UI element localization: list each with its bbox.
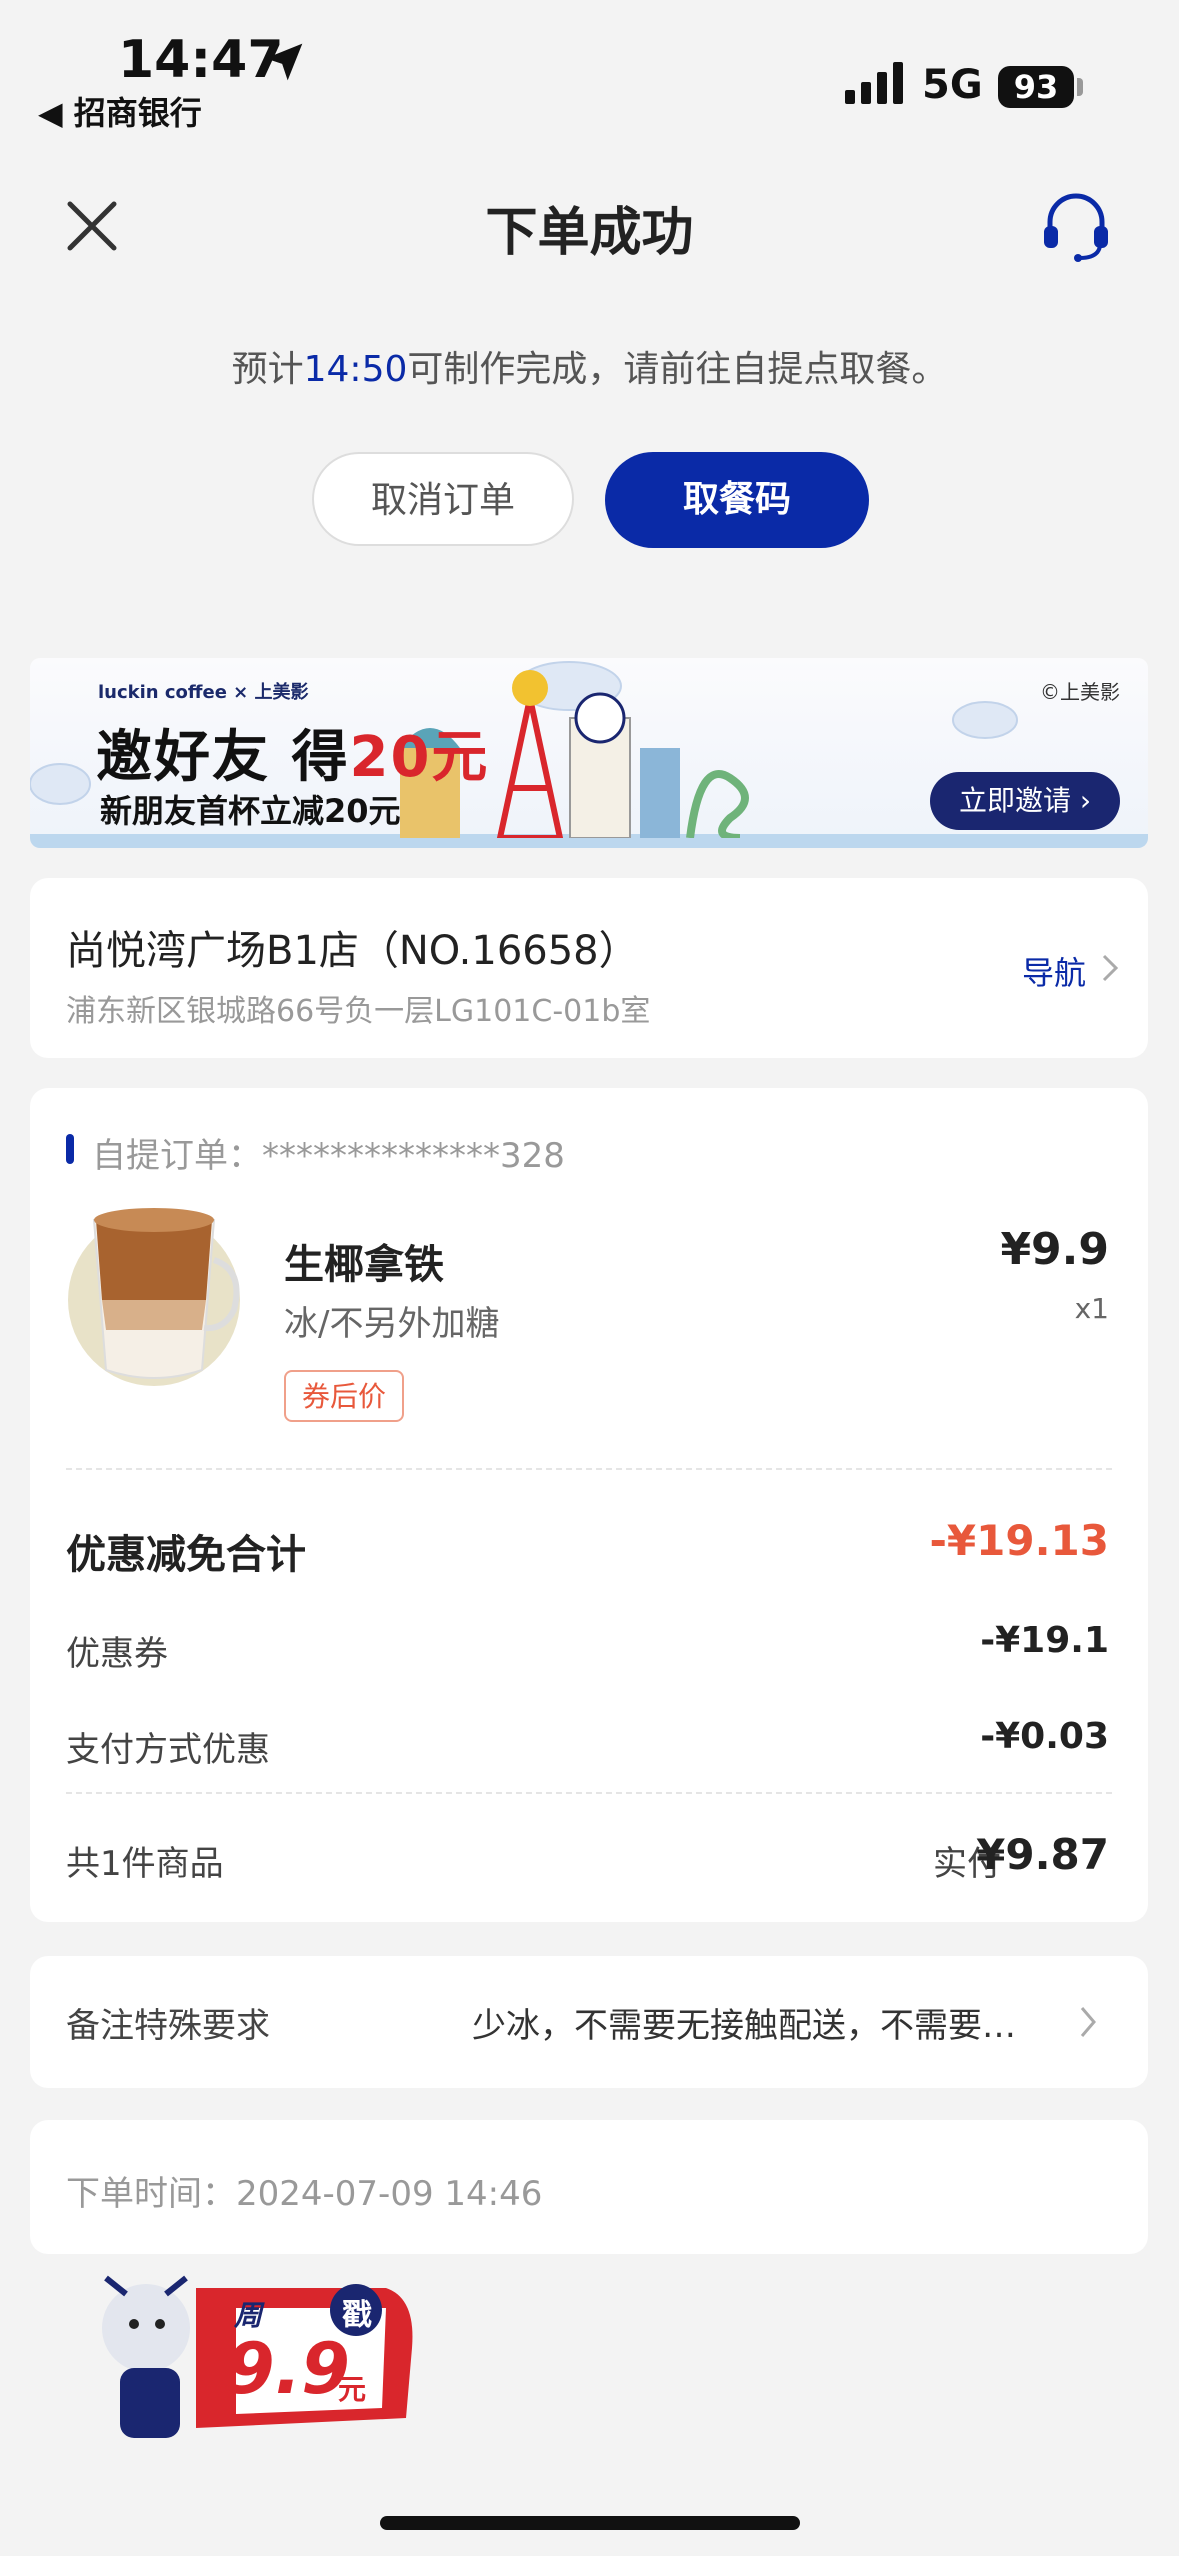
navigate-link[interactable]: 导航 — [1022, 948, 1086, 994]
invite-banner[interactable]: luckin coffee × 上美影 邀好友 得20元 新朋友首杯立减20元 … — [30, 658, 1148, 848]
network-type: 5G — [922, 62, 983, 108]
invite-now-label: 立即邀请 — [958, 784, 1071, 817]
product-price: ¥9.9 — [1000, 1224, 1109, 1275]
eta-suffix: 可制作完成，请前往自提点取餐。 — [407, 349, 948, 390]
cellular-signal-icon — [845, 62, 903, 104]
promo-unit: 元 — [338, 2373, 367, 2406]
divider — [66, 1792, 1112, 1794]
coupon-value: -¥19.1 — [980, 1620, 1109, 1661]
invite-now-button[interactable]: 立即邀请 › — [930, 772, 1120, 830]
payment-discount-value: -¥0.03 — [980, 1716, 1109, 1757]
remark-label: 备注特殊要求 — [66, 2006, 270, 2046]
banner-headline: 邀好友 得20元 — [96, 712, 489, 793]
floating-promo-widget[interactable]: 周 戳 9.9 元 — [86, 2258, 426, 2448]
banner-subline: 新朋友首杯立减20元 — [100, 792, 401, 830]
banner-brand: luckin coffee × 上美影 — [98, 682, 309, 703]
status-time: 14:47 — [118, 30, 284, 90]
promo-price: 9.9 — [226, 2328, 351, 2410]
coupon-label: 优惠券 — [66, 1634, 168, 1674]
product-spec: 冰/不另外加糖 — [284, 1304, 500, 1344]
headset-icon[interactable] — [1040, 188, 1112, 264]
item-count-label: 共1件商品 — [66, 1844, 224, 1884]
discount-total-value: -¥19.13 — [929, 1516, 1109, 1565]
store-address: 浦东新区银城路66号负一层LG101C-01b室 — [66, 994, 651, 1029]
page-title: 下单成功 — [485, 203, 694, 263]
battery-tip — [1077, 78, 1083, 96]
paid-value: ¥9.87 — [976, 1830, 1109, 1879]
product-image — [68, 1208, 240, 1386]
cloud-decoration — [30, 763, 91, 805]
eta-message: 预计14:50可制作完成，请前往自提点取餐。 — [0, 340, 1179, 392]
battery-indicator: 93 — [998, 66, 1074, 108]
product-name: 生椰拿铁 — [284, 1242, 444, 1288]
store-name: 尚悦湾广场B1店（NO.16658） — [66, 928, 639, 974]
banner-copyright: ©上美影 — [1040, 680, 1120, 704]
order-type-label: 自提订单： — [92, 1136, 262, 1176]
pickup-code-button[interactable]: 取餐码 — [605, 452, 869, 548]
eta-prefix: 预计 — [231, 349, 304, 390]
back-to-app-link[interactable]: ◀ 招商银行 — [38, 88, 202, 134]
order-number: 自提订单：**************328 — [92, 1128, 565, 1177]
order-time: 下单时间：2024-07-09 14:46 — [66, 2174, 543, 2214]
banner-headline-amount: 20元 — [349, 725, 490, 790]
eta-time: 14:50 — [303, 349, 408, 390]
location-arrow-icon — [265, 43, 303, 81]
cancel-order-button[interactable]: 取消订单 — [312, 452, 574, 546]
cloud-decoration — [952, 701, 1018, 739]
chevron-right-icon[interactable] — [1078, 2004, 1098, 2040]
home-indicator[interactable] — [380, 2516, 800, 2530]
order-number-value: **************328 — [262, 1136, 565, 1176]
chevron-right-icon[interactable] — [1100, 952, 1120, 984]
coupon-price-tag: 券后价 — [284, 1370, 404, 1422]
product-quantity: x1 — [1074, 1292, 1109, 1325]
remark-value: 少冰，不需要无接触配送，不需要… — [472, 2006, 1016, 2046]
banner-headline-main: 邀好友 得 — [96, 725, 350, 790]
order-type-marker — [66, 1134, 74, 1164]
discount-total-label: 优惠减免合计 — [66, 1532, 306, 1578]
divider — [66, 1468, 1112, 1470]
payment-discount-label: 支付方式优惠 — [66, 1730, 270, 1770]
